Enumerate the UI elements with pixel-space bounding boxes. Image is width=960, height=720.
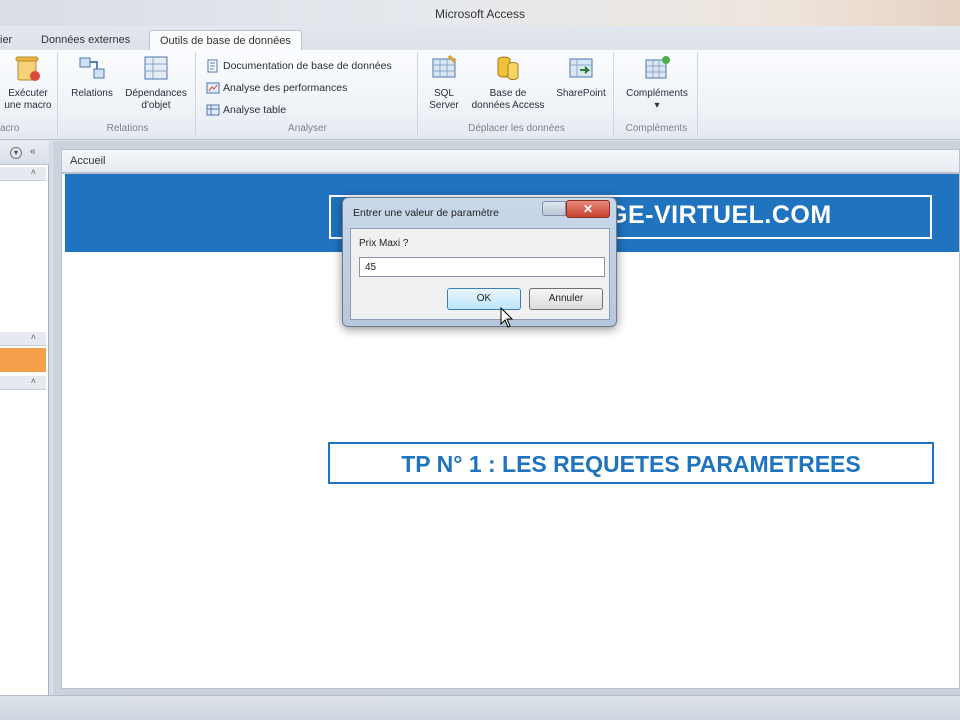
dialog-body: Prix Maxi ? OK Annuler xyxy=(350,228,610,320)
access-database-button[interactable]: Base de données Access xyxy=(466,54,550,112)
access-database-label-1: Base de xyxy=(489,88,527,99)
nav-category-forms[interactable]: ˄ xyxy=(0,376,46,390)
chevron-up-icon: ˄ xyxy=(30,376,36,386)
title-bar: Microsoft Access xyxy=(0,0,960,26)
object-dependencies-button[interactable]: Dépendances d'objet xyxy=(120,54,192,112)
tab-donnees-externes[interactable]: Données externes xyxy=(41,30,130,50)
documentation-button[interactable]: Documentation de base de données xyxy=(206,58,392,74)
table-analysis-label: Analyse table xyxy=(223,104,287,116)
sql-server-button[interactable]: SQL Server xyxy=(422,54,466,112)
chevron-up-icon: ˄ xyxy=(30,167,36,177)
scroll-icon xyxy=(15,56,40,81)
dialog-close-button[interactable]: ✕ xyxy=(566,200,610,218)
document-tab-label: Accueil xyxy=(70,155,106,167)
performance-label: Analyse des performances xyxy=(223,82,348,94)
group-addins: Compléments ▾ Compléments xyxy=(616,52,698,136)
performance-analysis-button[interactable]: Analyse des performances xyxy=(206,80,347,96)
table-analysis-icon xyxy=(206,104,220,116)
group-label-macro: acro xyxy=(0,123,20,134)
group-label-analyser: Analyser xyxy=(288,123,327,134)
group-label-addins: Compléments xyxy=(625,123,688,134)
addins-dropdown-icon: ▾ xyxy=(654,100,660,111)
nav-selected-item[interactable] xyxy=(0,348,46,372)
group-label-relations: Relations xyxy=(106,123,149,134)
relations-icon xyxy=(79,57,105,79)
parameter-prompt: Prix Maxi ? xyxy=(359,238,409,249)
cancel-button[interactable]: Annuler xyxy=(529,288,603,310)
collapse-pane-icon[interactable]: « xyxy=(30,146,36,157)
nav-category-queries[interactable]: ˄ xyxy=(0,332,46,346)
mouse-cursor-icon xyxy=(500,307,514,328)
table-analysis-button[interactable]: Analyse table xyxy=(206,102,286,118)
run-macro-label-2: une macro xyxy=(4,100,52,111)
sharepoint-button[interactable]: SharePoint xyxy=(550,54,612,100)
ribbon: Exécuter une macro acro Relations Dépend… xyxy=(0,50,960,140)
status-bar xyxy=(0,695,960,720)
tab-outils-base-de-donnees[interactable]: Outils de base de données xyxy=(149,30,302,50)
dependencies-label-2: d'objet xyxy=(141,100,171,111)
dependencies-label-1: Dépendances xyxy=(125,88,187,99)
sql-server-icon xyxy=(432,54,457,78)
group-relations: Relations Dépendances d'objet Relations xyxy=(60,52,196,136)
window-title: Microsoft Access xyxy=(434,7,526,21)
dialog-title: Entrer une valeur de paramètre xyxy=(353,207,499,219)
group-move-data: SQL Server Base de données Access ShareP… xyxy=(420,52,614,136)
group-analyser: Documentation de base de données Analyse… xyxy=(198,52,418,136)
site-name-text: GE-VIRTUEL.COM xyxy=(608,201,832,229)
sharepoint-label: SharePoint xyxy=(556,88,606,99)
chevron-up-icon: ˄ xyxy=(30,332,36,342)
navigation-pane-inner: ▾ « ˄ ˄ ˄ xyxy=(0,141,49,695)
tab-fichier[interactable]: ier xyxy=(0,30,12,50)
run-macro-button[interactable]: Exécuter une macro xyxy=(0,54,56,112)
group-label-move-data: Déplacer les données xyxy=(468,123,565,134)
access-database-label-2: données Access xyxy=(471,100,545,111)
performance-icon xyxy=(206,82,220,94)
navigation-pane-header: ▾ « xyxy=(0,141,49,165)
tp-title: TP N° 1 : LES REQUETES PARAMETREES xyxy=(401,451,861,477)
documentation-label: Documentation de base de données xyxy=(223,60,392,72)
parameter-value-input[interactable] xyxy=(359,257,605,277)
relations-button[interactable]: Relations xyxy=(64,54,120,100)
run-macro-label-1: Exécuter xyxy=(8,88,48,99)
document-tab-accueil[interactable]: Accueil xyxy=(61,149,960,173)
group-macro: Exécuter une macro acro xyxy=(0,52,58,136)
dialog-help-button[interactable] xyxy=(542,201,566,216)
ribbon-tabs: ier Données externes Outils de base de d… xyxy=(0,26,960,50)
documentation-icon xyxy=(207,59,218,73)
sharepoint-icon xyxy=(569,58,593,78)
close-icon: ✕ xyxy=(582,202,594,216)
dependencies-icon xyxy=(144,56,168,80)
parameter-dialog: Entrer une valeur de paramètre ✕ Prix Ma… xyxy=(342,197,617,327)
nav-category-tables[interactable]: ˄ xyxy=(0,167,46,181)
sql-server-label-1: SQL xyxy=(433,88,454,99)
sql-server-label-2: Server xyxy=(429,100,459,111)
tp-title-frame: TP N° 1 : LES REQUETES PARAMETREES xyxy=(328,442,934,484)
database-icon xyxy=(497,56,519,80)
navigation-pane: ▾ « ˄ ˄ ˄ xyxy=(0,141,52,695)
addins-icon xyxy=(645,56,670,79)
relations-label: Relations xyxy=(71,88,113,99)
addins-label: Compléments xyxy=(626,88,688,99)
addins-button[interactable]: Compléments ▾ xyxy=(618,54,696,112)
nav-options-icon[interactable]: ▾ xyxy=(10,147,22,159)
